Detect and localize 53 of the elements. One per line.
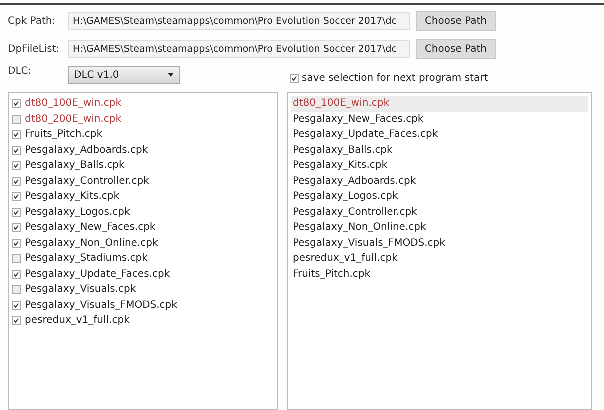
- list-item[interactable]: dt80_100E_win.cpk: [291, 96, 588, 112]
- field-label: Cpk Path:: [8, 16, 57, 26]
- list-item[interactable]: Pesgalaxy_Update_Faces.cpk: [291, 127, 588, 142]
- list-item[interactable]: Pesgalaxy_Visuals_FMODS.cpk: [291, 236, 588, 251]
- file-name: Pesgalaxy_Visuals.cpk: [25, 284, 136, 296]
- list-item[interactable]: pesredux_v1_full.cpk: [291, 251, 588, 266]
- file-name: dt80_200E_win.cpk: [25, 114, 122, 125]
- file-name: pesredux_v1_full.cpk: [25, 315, 130, 326]
- path-field[interactable]: H:\GAMES\Steam\steamapps\common\Pro Evolution Soccer 2017\dc: [68, 40, 410, 58]
- checkbox[interactable]: [12, 161, 21, 170]
- checkbox[interactable]: [12, 99, 21, 108]
- file-name: Pesgalaxy_New_Faces.cpk: [25, 222, 156, 234]
- file-name: Pesgalaxy_Logos.cpk: [25, 206, 130, 218]
- list-item[interactable]: Pesgalaxy_New_Faces.cpk: [291, 112, 588, 127]
- file-name: Fruits_Pitch.cpk: [25, 129, 103, 140]
- file-name: dt80_100E_win.cpk: [25, 98, 122, 110]
- checkbox-label: save selection for next program start: [302, 73, 488, 84]
- list-item[interactable]: Fruits_Pitch.cpk: [291, 266, 588, 282]
- file-name: Pesgalaxy_Update_Faces.cpk: [25, 268, 170, 280]
- file-name: Pesgalaxy_Stadiums.cpk: [25, 253, 148, 264]
- list-item[interactable]: Pesgalaxy_Kits.cpk: [291, 158, 588, 174]
- checkbox[interactable]: [12, 300, 21, 310]
- path-field[interactable]: H:\GAMES\Steam\steamapps\common\Pro Evolution Soccer 2017\dc: [68, 12, 410, 30]
- dlc-dropdown[interactable]: DLC v1.0: [68, 66, 180, 84]
- choose-path-button[interactable]: Choose Path: [416, 11, 496, 31]
- list-item[interactable]: Pesgalaxy_Adboards.cpk: [291, 174, 588, 189]
- checkbox[interactable]: [12, 238, 21, 248]
- checkbox[interactable]: [12, 192, 21, 202]
- file-name: Pesgalaxy_Balls.cpk: [25, 160, 125, 172]
- checkbox[interactable]: [12, 254, 21, 264]
- checkbox[interactable]: [12, 270, 21, 279]
- caret-icon: [168, 73, 174, 77]
- file-name: Pesgalaxy_Kits.cpk: [25, 191, 120, 202]
- checkbox[interactable]: [12, 223, 21, 232]
- field-label: DpFileList:: [8, 44, 61, 54]
- field-label: DLC:: [8, 66, 33, 77]
- list-item[interactable]: Pesgalaxy_Logos.cpk: [291, 189, 588, 204]
- checkbox[interactable]: [12, 208, 21, 217]
- choose-path-button[interactable]: Choose Path: [416, 39, 496, 59]
- file-name: Pesgalaxy_Non_Online.cpk: [25, 238, 158, 249]
- checkbox[interactable]: [12, 130, 21, 140]
- list-item[interactable]: Pesgalaxy_Controller.cpk: [291, 204, 588, 220]
- file-name: Pesgalaxy_Adboards.cpk: [25, 144, 148, 156]
- checkbox[interactable]: [12, 285, 21, 294]
- checkbox[interactable]: [12, 114, 21, 124]
- list-item[interactable]: Pesgalaxy_Balls.cpk: [291, 142, 588, 158]
- checkbox[interactable]: [12, 176, 21, 186]
- checkbox[interactable]: [12, 316, 21, 326]
- list-item[interactable]: Pesgalaxy_Non_Online.cpk: [291, 220, 588, 236]
- checkbox[interactable]: [290, 74, 299, 83]
- checkbox[interactable]: [12, 146, 21, 155]
- file-name: Pesgalaxy_Controller.cpk: [25, 176, 150, 187]
- file-name: Pesgalaxy_Visuals_FMODS.cpk: [25, 300, 178, 311]
